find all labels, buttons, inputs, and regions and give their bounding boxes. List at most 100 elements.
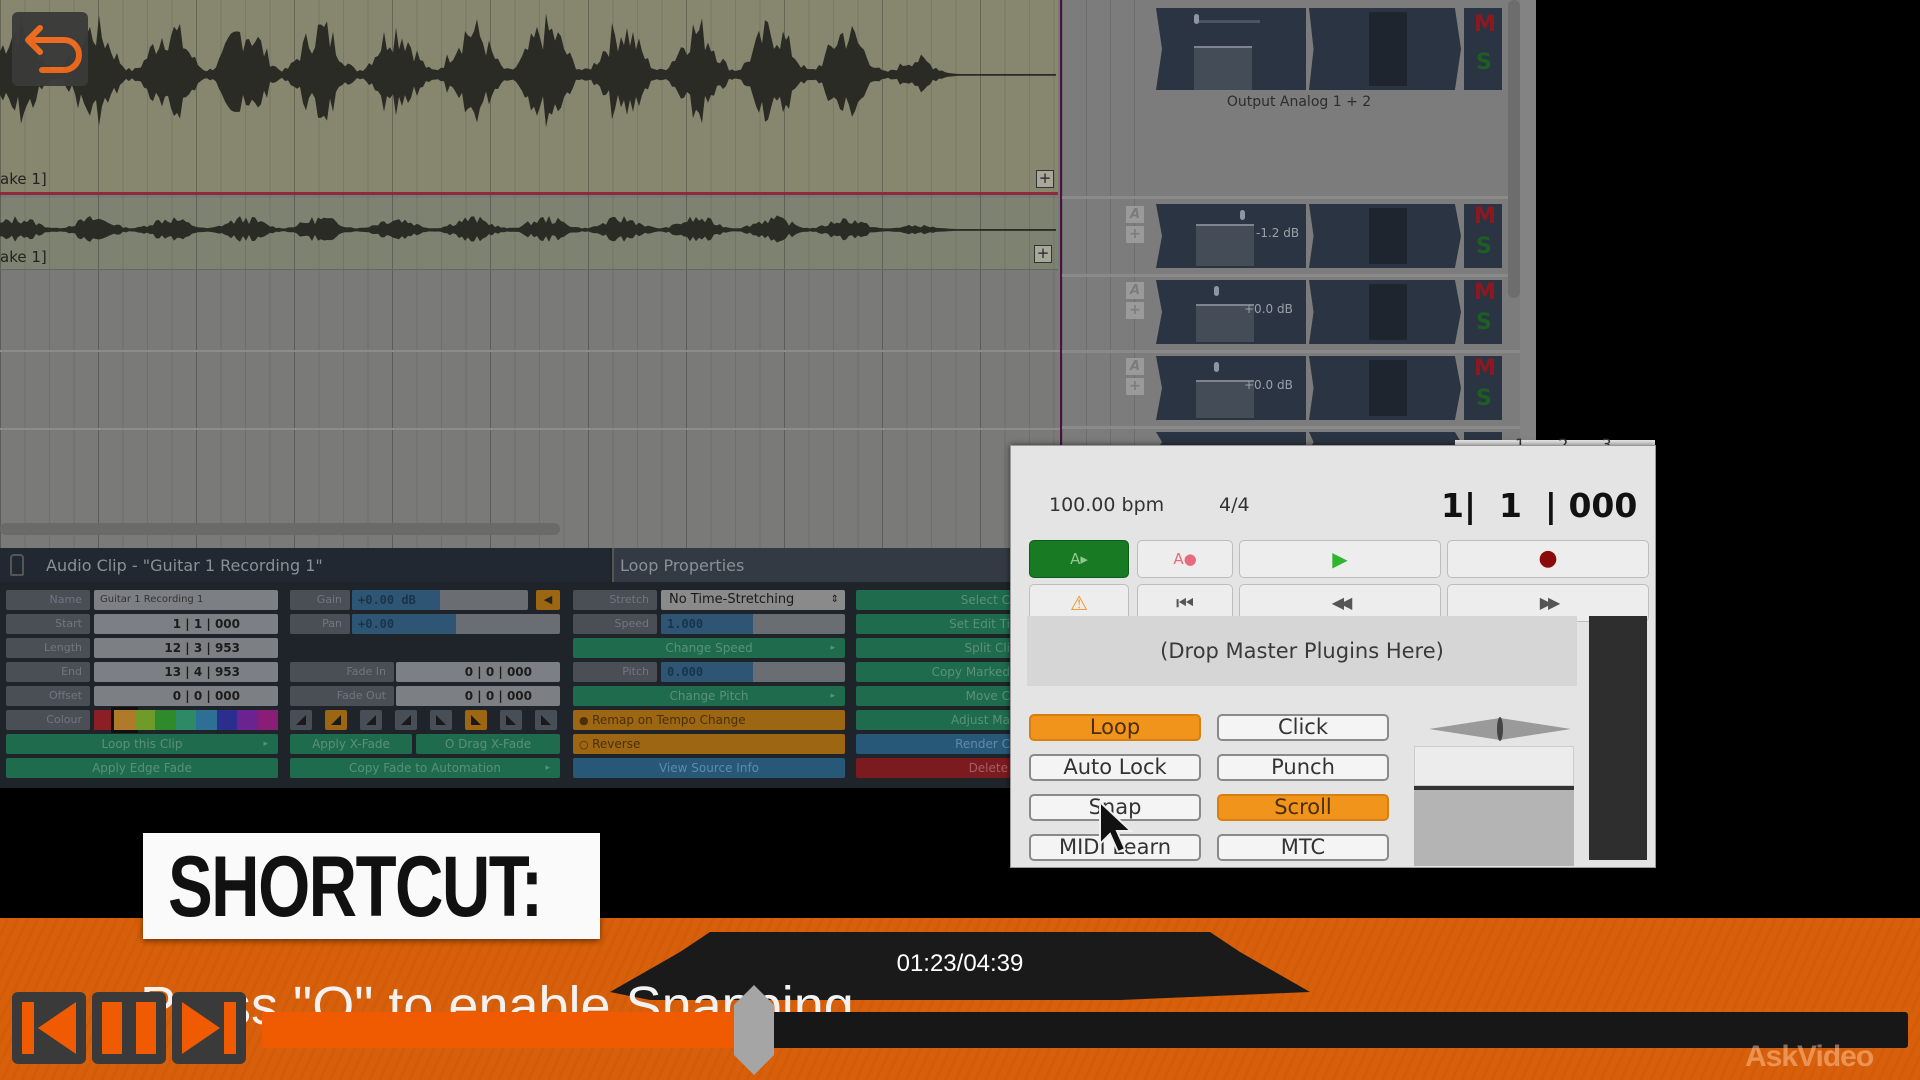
fade-out-shape-4[interactable]: [535, 710, 557, 730]
drag-xfade-button[interactable]: O Drag X-Fade: [416, 734, 560, 754]
colour-swatch[interactable]: [134, 710, 156, 730]
click-toggle[interactable]: Click: [1217, 714, 1389, 741]
automation-button[interactable]: A: [1126, 358, 1144, 375]
pan-handle[interactable]: [1240, 210, 1245, 220]
render-clip-button[interactable]: Render C: [856, 734, 1012, 754]
gain-slider[interactable]: +0.00 dB: [352, 590, 528, 610]
apply-xfade-button[interactable]: Apply X-Fade: [290, 734, 412, 754]
select-clip-button[interactable]: Select C: [856, 590, 1012, 610]
master-strip[interactable]: M S: [1156, 8, 1502, 90]
automation-button[interactable]: A: [1126, 282, 1144, 299]
track-strip[interactable]: +0.0 dB M S: [1156, 280, 1502, 344]
length-field[interactable]: 12 | 3 | 953: [94, 638, 278, 658]
mute-button[interactable]: M: [1474, 12, 1496, 37]
play-button[interactable]: ▶: [1239, 540, 1441, 578]
mute-button[interactable]: M: [1474, 204, 1496, 229]
master-pan-knob[interactable]: [1429, 714, 1571, 744]
move-clip-button[interactable]: Move C: [856, 686, 1012, 706]
fade-in-field[interactable]: 0 | 0 | 000: [396, 662, 560, 682]
fade-in-shape-4[interactable]: [395, 710, 417, 730]
apply-edge-fade-button[interactable]: Apply Edge Fade: [6, 758, 278, 778]
next-button[interactable]: [172, 992, 246, 1064]
stretch-select[interactable]: No Time-Stretching ⇕: [661, 590, 845, 610]
fader-section[interactable]: +0.0 dB: [1156, 280, 1306, 344]
tempo-readout[interactable]: 100.00 bpm: [1049, 494, 1164, 516]
mtc-toggle[interactable]: MTC: [1217, 834, 1389, 861]
fader-section[interactable]: [1156, 8, 1306, 90]
loop-this-clip-button[interactable]: Loop this Clip ▸: [6, 734, 278, 754]
fader-section[interactable]: -1.2 dB: [1156, 204, 1306, 268]
lock-icon[interactable]: [10, 554, 24, 576]
name-field[interactable]: Guitar 1 Recording 1: [94, 590, 278, 610]
solo-button[interactable]: S: [1476, 310, 1492, 335]
progress-bar[interactable]: [262, 1012, 1908, 1048]
master-fader[interactable]: [1414, 746, 1574, 866]
add-plugin-button[interactable]: +: [1126, 302, 1144, 319]
speed-slider[interactable]: 1.000: [661, 614, 845, 634]
time-signature[interactable]: 4/4: [1219, 494, 1250, 516]
reverse-toggle[interactable]: ○ Reverse: [573, 734, 845, 754]
add-plugin-button[interactable]: +: [1126, 378, 1144, 395]
colour-swatch[interactable]: [155, 710, 176, 730]
colour-swatch[interactable]: [257, 710, 278, 730]
split-clip-button[interactable]: Split Cli: [856, 638, 1012, 658]
fade-out-shape-2[interactable]: [465, 710, 487, 730]
add-take-icon[interactable]: +: [1034, 245, 1052, 263]
colour-swatch[interactable]: [94, 710, 115, 730]
fade-out-shape-1[interactable]: [430, 710, 452, 730]
mute-button[interactable]: M: [1474, 356, 1496, 381]
colour-swatch[interactable]: [175, 710, 197, 730]
auto-record-button[interactable]: A●: [1137, 540, 1233, 578]
pan-slider[interactable]: +0.00: [352, 614, 560, 634]
master-plugins-dropzone[interactable]: (Drop Master Plugins Here): [1027, 616, 1577, 686]
change-speed-button[interactable]: Change Speed ▸: [573, 638, 845, 658]
solo-button[interactable]: S: [1476, 50, 1492, 75]
pan-handle[interactable]: [1194, 14, 1199, 24]
fade-in-shape-1[interactable]: [290, 710, 312, 730]
previous-button[interactable]: [12, 992, 86, 1064]
pan-handle[interactable]: [1214, 286, 1219, 296]
pause-button[interactable]: [92, 992, 166, 1064]
offset-field[interactable]: 0 | 0 | 000: [94, 686, 278, 706]
auto-play-button[interactable]: A▸: [1029, 540, 1129, 578]
fader[interactable]: [1194, 46, 1252, 90]
copy-fade-to-automation-button[interactable]: Copy Fade to Automation ▸: [290, 758, 560, 778]
output-routing-label[interactable]: Output Analog 1 + 2: [1062, 94, 1536, 110]
speaker-icon[interactable]: ◀: [536, 590, 560, 610]
colour-swatch[interactable]: [111, 707, 138, 733]
delete-button[interactable]: Delete: [856, 758, 1012, 778]
track-strip[interactable]: +0.0 dB M S: [1156, 356, 1502, 420]
solo-button[interactable]: S: [1476, 234, 1492, 259]
colour-swatch[interactable]: [237, 710, 258, 730]
fade-out-field[interactable]: 0 | 0 | 000: [396, 686, 560, 706]
auto-lock-toggle[interactable]: Auto Lock: [1029, 754, 1201, 781]
change-pitch-button[interactable]: Change Pitch ▸: [573, 686, 845, 706]
adjust-markers-button[interactable]: Adjust Ma: [856, 710, 1012, 730]
track-strip[interactable]: -1.2 dB M S: [1156, 204, 1502, 268]
pitch-slider[interactable]: 0.000: [661, 662, 845, 682]
pan-handle[interactable]: [1214, 362, 1219, 372]
add-take-icon[interactable]: +: [1036, 170, 1054, 188]
set-edit-button[interactable]: Set Edit Ti: [856, 614, 1012, 634]
colour-swatch[interactable]: [216, 710, 238, 730]
audio-clip-guitar-take[interactable]: ake 1] +: [0, 0, 1058, 195]
scroll-toggle[interactable]: Scroll: [1217, 794, 1389, 821]
track-strip[interactable]: [1156, 432, 1502, 445]
vertical-scrollbar[interactable]: [1508, 0, 1520, 298]
mute-button[interactable]: M: [1474, 280, 1496, 305]
horizontal-scrollbar[interactable]: [0, 523, 560, 535]
progress-scrubber[interactable]: [734, 985, 775, 1075]
loop-toggle[interactable]: Loop: [1029, 714, 1201, 741]
pan-slider[interactable]: [1194, 20, 1260, 23]
arrange-view[interactable]: ake 1] + ake 1] +: [0, 0, 1062, 548]
record-button[interactable]: ●: [1447, 540, 1649, 578]
fade-in-shape-2[interactable]: [325, 710, 347, 730]
fader-handle[interactable]: [1414, 786, 1574, 790]
colour-swatch[interactable]: [196, 710, 217, 730]
copy-marked-button[interactable]: Copy Marked: [856, 662, 1012, 682]
punch-toggle[interactable]: Punch: [1217, 754, 1389, 781]
solo-button[interactable]: S: [1476, 386, 1492, 411]
view-source-info-button[interactable]: View Source Info: [573, 758, 845, 778]
add-plugin-button[interactable]: +: [1126, 226, 1144, 243]
audio-clip-guitar-take-2[interactable]: ake 1] +: [0, 198, 1058, 270]
